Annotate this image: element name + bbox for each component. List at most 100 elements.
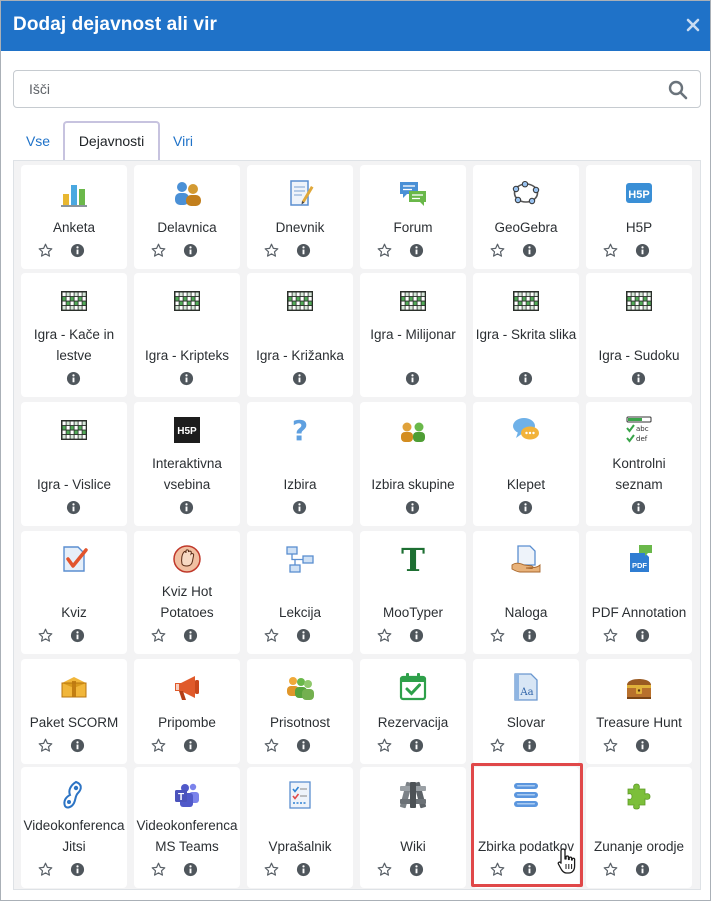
activity-tile[interactable]: T MooTyper [360,531,466,654]
search-icon[interactable] [668,80,688,100]
star-icon[interactable] [264,243,279,258]
info-icon[interactable] [635,628,650,643]
activity-tile[interactable]: Igra - Sudoku [586,273,692,397]
star-icon[interactable] [151,243,166,258]
activity-tile[interactable]: Anketa [21,165,127,269]
star-icon[interactable] [603,738,618,753]
info-icon[interactable] [522,628,537,643]
info-icon[interactable] [409,628,424,643]
activity-tile[interactable]: Igra - Kripteks [134,273,240,397]
info-icon[interactable] [635,738,650,753]
info-icon[interactable] [409,862,424,877]
activity-tile[interactable]: Zunanje orodje [586,767,692,888]
info-icon[interactable] [66,371,81,386]
info-icon[interactable] [183,628,198,643]
star-icon[interactable] [151,862,166,877]
info-icon[interactable] [405,500,420,515]
activity-tile[interactable]: Igra - Kače in lestve [21,273,127,397]
tab-all[interactable]: Vse [15,121,61,161]
activity-tile[interactable]: Izbira skupine [360,402,466,526]
activity-tile[interactable]: Vprašalnik [247,767,353,888]
activity-tile[interactable]: ? Izbira [247,402,353,526]
star-icon[interactable] [151,628,166,643]
info-icon[interactable] [70,738,85,753]
star-icon[interactable] [377,628,392,643]
info-icon[interactable] [183,243,198,258]
info-icon[interactable] [409,738,424,753]
info-icon[interactable] [296,738,311,753]
activity-tile[interactable]: Igra - Vislice [21,402,127,526]
star-icon[interactable] [38,862,53,877]
info-icon[interactable] [631,371,646,386]
activity-tile[interactable]: Delavnica [134,165,240,269]
activity-tile[interactable]: Naloga [473,531,579,654]
activity-tile[interactable]: Wiki [360,767,466,888]
activity-tile[interactable]: Forum [360,165,466,269]
activity-tile[interactable]: H5P H5P [586,165,692,269]
star-icon[interactable] [377,862,392,877]
activity-tile[interactable]: H5P Interaktivna vsebina [134,402,240,526]
activity-tile[interactable]: Dnevnik [247,165,353,269]
star-icon[interactable] [490,243,505,258]
tab-activities[interactable]: Dejavnosti [63,121,160,161]
info-icon[interactable] [635,862,650,877]
info-icon[interactable] [70,628,85,643]
star-icon[interactable] [490,628,505,643]
info-icon[interactable] [183,738,198,753]
info-icon[interactable] [70,862,85,877]
activity-tile[interactable]: Lekcija [247,531,353,654]
info-icon[interactable] [66,500,81,515]
info-icon[interactable] [296,243,311,258]
star-icon[interactable] [38,243,53,258]
info-icon[interactable] [522,738,537,753]
info-icon[interactable] [522,243,537,258]
star-icon[interactable] [490,862,505,877]
star-icon[interactable] [603,243,618,258]
info-icon[interactable] [631,500,646,515]
activity-tile[interactable]: abc def Kontrolni seznam [586,402,692,526]
activity-tile[interactable]: PDF PDF Annotation [586,531,692,654]
activity-tile[interactable]: Klepet [473,402,579,526]
activity-tile[interactable]: Pripombe [134,659,240,764]
activity-tile[interactable]: Kviz Hot Potatoes [134,531,240,654]
star-icon[interactable] [264,862,279,877]
info-icon[interactable] [522,862,537,877]
star-icon[interactable] [377,243,392,258]
activity-tile[interactable]: Prisotnost [247,659,353,764]
info-icon[interactable] [296,628,311,643]
activity-tile[interactable]: Rezervacija [360,659,466,764]
activity-tile[interactable]: T Videokonferenca MS Teams [134,767,240,888]
star-icon[interactable] [264,628,279,643]
info-icon[interactable] [405,371,420,386]
star-icon[interactable] [603,862,618,877]
activity-tile[interactable]: Videokonferenca Jitsi [21,767,127,888]
info-icon[interactable] [292,500,307,515]
activity-tile[interactable]: Paket SCORM [21,659,127,764]
activity-tile[interactable]: Igra - Skrita slika [473,273,579,397]
info-icon[interactable] [518,371,533,386]
info-icon[interactable] [179,500,194,515]
activity-tile[interactable]: Aa Slovar [473,659,579,764]
activity-tile[interactable]: Igra - Milijonar [360,273,466,397]
tab-resources[interactable]: Viri [163,121,203,161]
info-icon[interactable] [409,243,424,258]
info-icon[interactable] [518,500,533,515]
activity-tile[interactable]: Kviz [21,531,127,654]
star-icon[interactable] [377,738,392,753]
star-icon[interactable] [603,628,618,643]
info-icon[interactable] [635,243,650,258]
star-icon[interactable] [38,628,53,643]
activity-tile[interactable]: Treasure Hunt [586,659,692,764]
activity-tile[interactable]: Igra - Križanka [247,273,353,397]
star-icon[interactable] [38,738,53,753]
info-icon[interactable] [183,862,198,877]
search-input[interactable] [15,72,655,106]
star-icon[interactable] [490,738,505,753]
info-icon[interactable] [70,243,85,258]
close-button[interactable] [684,13,702,35]
star-icon[interactable] [151,738,166,753]
info-icon[interactable] [292,371,307,386]
info-icon[interactable] [179,371,194,386]
activity-tile[interactable]: GeoGebra [473,165,579,269]
info-icon[interactable] [296,862,311,877]
